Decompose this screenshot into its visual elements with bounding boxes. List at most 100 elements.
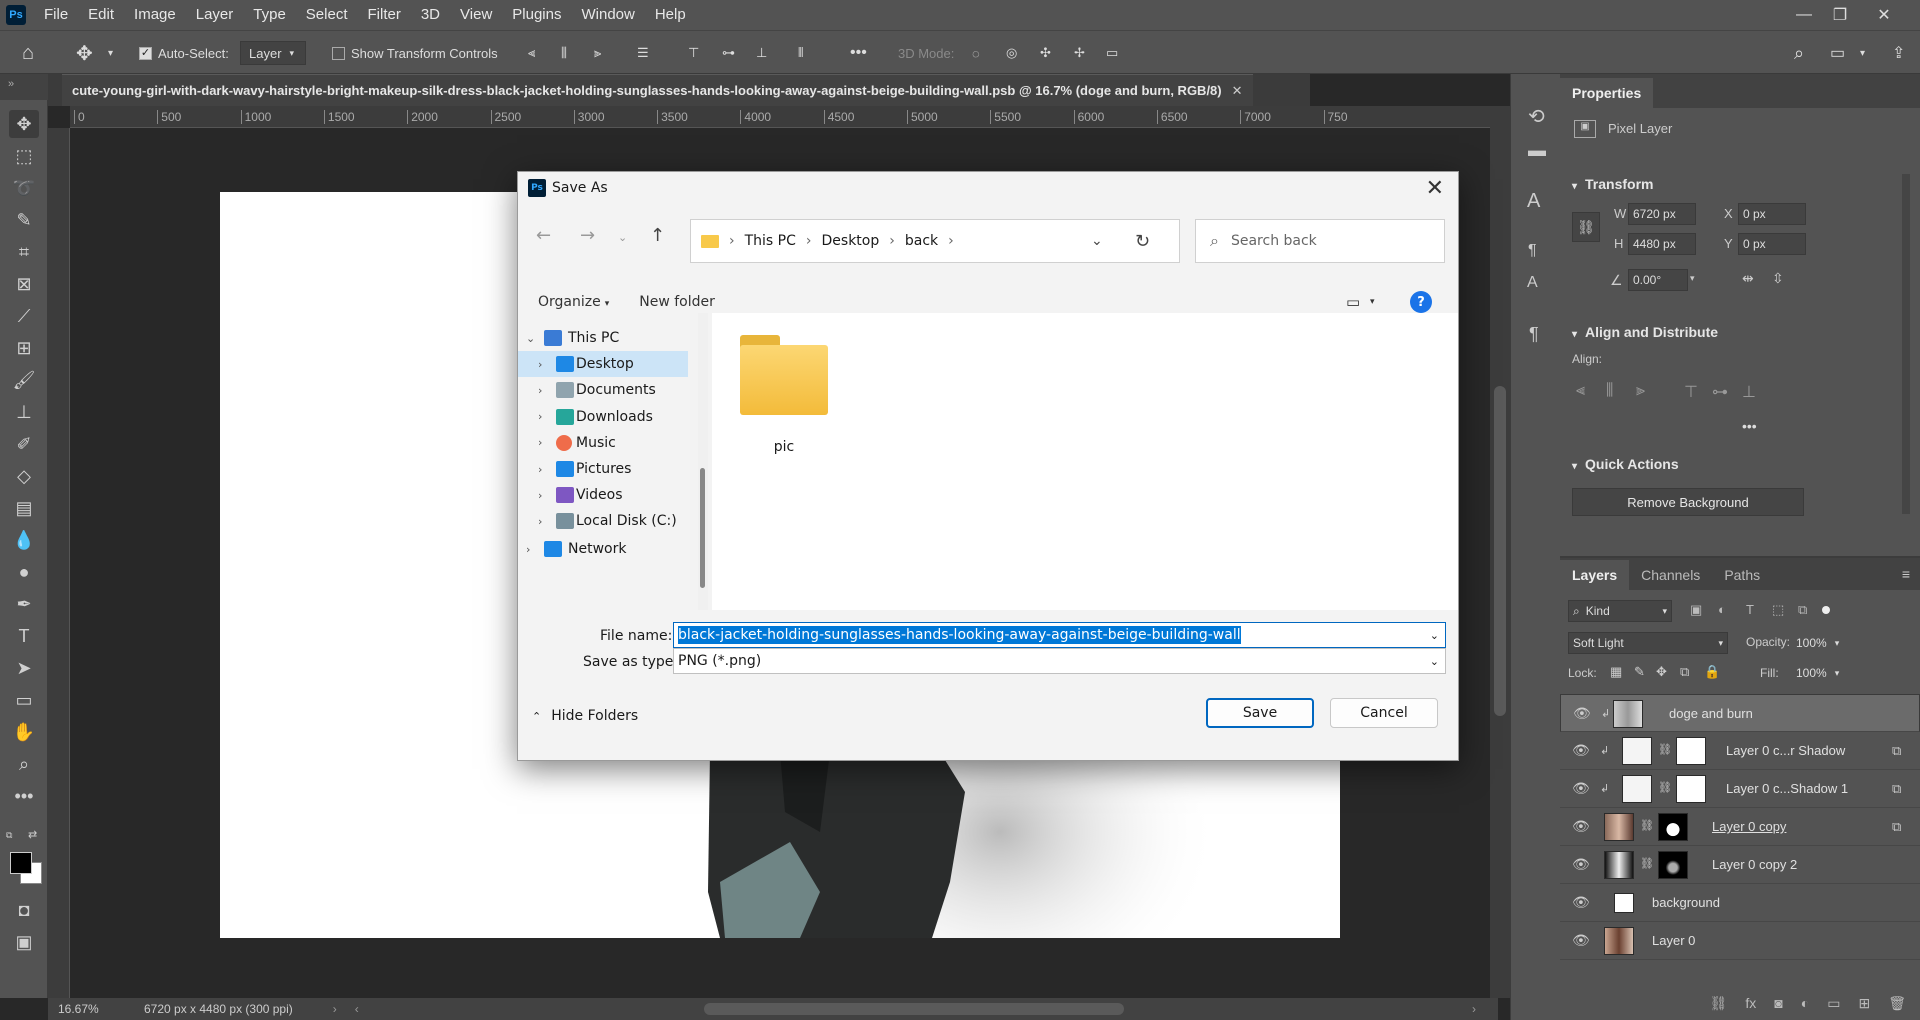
character-icon[interactable]: A: [1527, 190, 1540, 213]
toolbar-collapse-icon[interactable]: »: [0, 74, 48, 100]
filter-adjustment-icon[interactable]: ◐: [1718, 602, 1726, 617]
chevron-right-icon[interactable]: ›: [538, 436, 542, 449]
add-mask-icon[interactable]: ◙: [1774, 995, 1782, 1011]
lock-position-icon[interactable]: ✥: [1656, 664, 1667, 680]
nav-item-music[interactable]: › Music: [518, 430, 688, 456]
panel-menu-icon[interactable]: ≡: [1902, 566, 1910, 582]
menu-item-edit[interactable]: Edit: [78, 0, 124, 30]
lock-all-icon[interactable]: 🔒: [1704, 664, 1720, 680]
link-layers-icon[interactable]: ⛓: [1710, 995, 1728, 1012]
close-icon[interactable]: ✕: [1866, 0, 1902, 30]
filter-pixel-icon[interactable]: ▣: [1690, 602, 1702, 618]
visibility-eye-icon[interactable]: 👁: [1572, 932, 1590, 949]
quick-mask-icon[interactable]: ◘: [9, 896, 39, 924]
crop-tool-icon[interactable]: ⌗: [9, 238, 39, 266]
address-dropdown-icon[interactable]: ⌄: [1091, 233, 1103, 249]
up-arrow-icon[interactable]: ↑: [650, 225, 665, 246]
filter-shape-icon[interactable]: ⬚: [1772, 602, 1784, 618]
properties-scrollbar[interactable]: [1902, 174, 1910, 514]
link-icon[interactable]: ⛓: [1572, 212, 1600, 242]
view-dropdown-icon[interactable]: ▾: [1370, 297, 1375, 307]
align-center-icon[interactable]: ⫼: [1606, 382, 1613, 400]
align-left-icon[interactable]: ⫷: [1576, 382, 1585, 400]
history-icon[interactable]: ⟲: [1528, 104, 1545, 129]
menu-item-type[interactable]: Type: [243, 0, 296, 30]
show-transform-checkbox[interactable]: Show Transform Controls: [332, 31, 498, 75]
layer-row[interactable]: 👁 ⛓ Layer 0 copy 2: [1560, 846, 1920, 884]
align-middle-icon[interactable]: ⊶: [1712, 382, 1728, 402]
cancel-button[interactable]: Cancel: [1330, 698, 1438, 728]
distribute-vertical-icon[interactable]: ⫴: [798, 31, 803, 75]
organize-button[interactable]: Organize ▾: [538, 294, 609, 310]
chevron-down-icon[interactable]: ⌄: [1430, 629, 1439, 642]
new-folder-button[interactable]: New folder: [639, 294, 715, 310]
layer-row[interactable]: 👁 Layer 0: [1560, 922, 1920, 960]
chevron-down-icon[interactable]: ▾: [1572, 461, 1577, 472]
chevron-right-icon[interactable]: ›: [526, 543, 530, 556]
quick-select-tool-icon[interactable]: ✎: [9, 206, 39, 234]
menu-item-3d[interactable]: 3D: [411, 0, 450, 30]
adjustment-layer-icon[interactable]: ◐: [1801, 995, 1809, 1011]
move-tool-icon[interactable]: ✥: [76, 31, 93, 75]
status-menu-icon[interactable]: ›: [333, 1002, 337, 1016]
pen-tool-icon[interactable]: ✒: [9, 590, 39, 618]
x-field[interactable]: 0 px: [1738, 203, 1806, 225]
nav-item-pictures[interactable]: › Pictures: [518, 456, 688, 482]
breadcrumb-this-pc[interactable]: This PC: [745, 233, 796, 249]
lock-artboard-icon[interactable]: ⧉: [1680, 664, 1689, 680]
comments-icon[interactable]: ▬: [1528, 140, 1546, 161]
align-right-icon[interactable]: ⫸: [1636, 382, 1645, 400]
filter-toggle-icon[interactable]: [1822, 606, 1830, 614]
visibility-eye-icon[interactable]: 👁: [1572, 856, 1590, 873]
navigation-scrollbar[interactable]: [698, 313, 708, 610]
layer-row[interactable]: 👁 ↲ ⛓ Layer 0 c...r Shadow ⧉: [1560, 732, 1920, 770]
recent-locations-chevron-icon[interactable]: ⌄: [618, 231, 627, 244]
align-left-icon[interactable]: ⫷: [528, 31, 535, 75]
menu-item-plugins[interactable]: Plugins: [502, 0, 571, 30]
new-group-icon[interactable]: ▭: [1827, 995, 1840, 1012]
marquee-tool-icon[interactable]: ⬚: [9, 142, 39, 170]
menu-item-help[interactable]: Help: [645, 0, 696, 30]
hand-tool-icon[interactable]: ✋: [9, 718, 39, 746]
nav-item-local-disk-c[interactable]: › Local Disk (C:): [518, 508, 688, 534]
close-icon[interactable]: ✕: [1426, 176, 1444, 201]
menu-item-file[interactable]: File: [34, 0, 78, 30]
menu-item-select[interactable]: Select: [296, 0, 358, 30]
chevron-right-icon[interactable]: ›: [538, 358, 542, 371]
zoom-tool-icon[interactable]: ⌕: [9, 750, 39, 778]
lock-pixels-icon[interactable]: ✎: [1634, 664, 1645, 680]
menu-item-layer[interactable]: Layer: [186, 0, 244, 30]
scroll-left-icon[interactable]: ‹: [355, 1002, 359, 1016]
workspace-icon[interactable]: ▭: [1830, 31, 1845, 75]
more-options-icon[interactable]: •••: [850, 31, 867, 75]
visibility-eye-icon[interactable]: 👁: [1573, 705, 1591, 722]
eyedropper-tool-icon[interactable]: ⟋: [9, 302, 39, 330]
frame-tool-icon[interactable]: ⊠: [9, 270, 39, 298]
nav-item-this-pc[interactable]: ⌄ This PC: [518, 325, 688, 351]
dodge-tool-icon[interactable]: ●: [9, 558, 39, 586]
rectangle-tool-icon[interactable]: ▭: [9, 686, 39, 714]
foreground-color-swatch[interactable]: [10, 852, 32, 874]
home-icon[interactable]: ⌂: [22, 31, 34, 75]
y-field[interactable]: 0 px: [1738, 233, 1806, 255]
filter-type-icon[interactable]: T: [1746, 602, 1754, 617]
save-type-dropdown[interactable]: PNG (*.png) ⌄: [673, 648, 1446, 674]
menu-item-window[interactable]: Window: [571, 0, 644, 30]
search-box[interactable]: ⌕ Search back: [1195, 219, 1445, 263]
remove-background-button[interactable]: Remove Background: [1572, 488, 1804, 516]
healing-tool-icon[interactable]: ⊞: [9, 334, 39, 362]
more-tools-icon[interactable]: •••: [9, 782, 39, 810]
3d-orbit-icon[interactable]: ◌: [972, 31, 980, 75]
breadcrumb-desktop[interactable]: Desktop: [822, 233, 880, 249]
menu-item-filter[interactable]: Filter: [358, 0, 411, 30]
chevron-right-icon[interactable]: ›: [538, 489, 542, 502]
view-options-icon[interactable]: ▭: [1346, 293, 1360, 311]
lasso-tool-icon[interactable]: ➰: [9, 174, 39, 202]
chevron-right-icon[interactable]: ›: [538, 384, 542, 397]
3d-pan-icon[interactable]: ✣: [1040, 31, 1051, 75]
brush-tool-icon[interactable]: 🖌: [9, 366, 39, 394]
auto-select-checkbox[interactable]: ✓ Auto-Select:: [139, 31, 229, 75]
type-tool-icon[interactable]: T: [9, 622, 39, 650]
layer-row[interactable]: 👁 ↲ ⛓ Layer 0 c...Shadow 1 ⧉: [1560, 770, 1920, 808]
auto-select-dropdown[interactable]: Layer ▾: [240, 41, 306, 65]
